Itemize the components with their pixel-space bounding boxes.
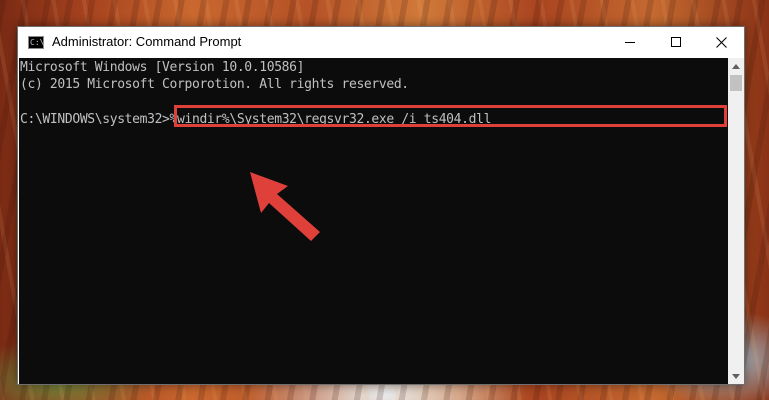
title-bar[interactable]: C:\ Administrator: Command Prompt (18, 27, 744, 58)
prompt-path: C:\WINDOWS\system32> (20, 112, 170, 127)
scroll-down-button[interactable] (728, 368, 744, 384)
console-line-version: Microsoft Windows [Version 10.0.10586] (20, 60, 305, 75)
command-prompt-window: C:\ Administrator: Command Prompt Micros… (17, 26, 745, 385)
close-icon (715, 36, 727, 48)
icon-glyph: C:\ (30, 38, 45, 47)
chevron-down-icon (732, 373, 740, 379)
command-highlight-box (174, 105, 727, 127)
arrow-pointer-icon (250, 172, 320, 241)
console-output-area[interactable]: Microsoft Windows [Version 10.0.10586] (… (19, 58, 728, 384)
close-button[interactable] (698, 27, 744, 57)
scroll-up-button[interactable] (728, 58, 744, 74)
console-line-copyright: (c) 2015 Microsoft Corporotion. All righ… (20, 77, 409, 92)
maximize-button[interactable] (653, 27, 699, 57)
scroll-thumb[interactable] (730, 75, 742, 91)
chevron-up-icon (732, 63, 740, 69)
vertical-scrollbar[interactable] (728, 58, 744, 384)
minimize-button[interactable] (607, 27, 653, 57)
maximize-icon (671, 37, 681, 47)
minimize-icon (625, 42, 635, 43)
command-prompt-icon: C:\ (28, 36, 44, 49)
window-title: Administrator: Command Prompt (52, 34, 242, 49)
